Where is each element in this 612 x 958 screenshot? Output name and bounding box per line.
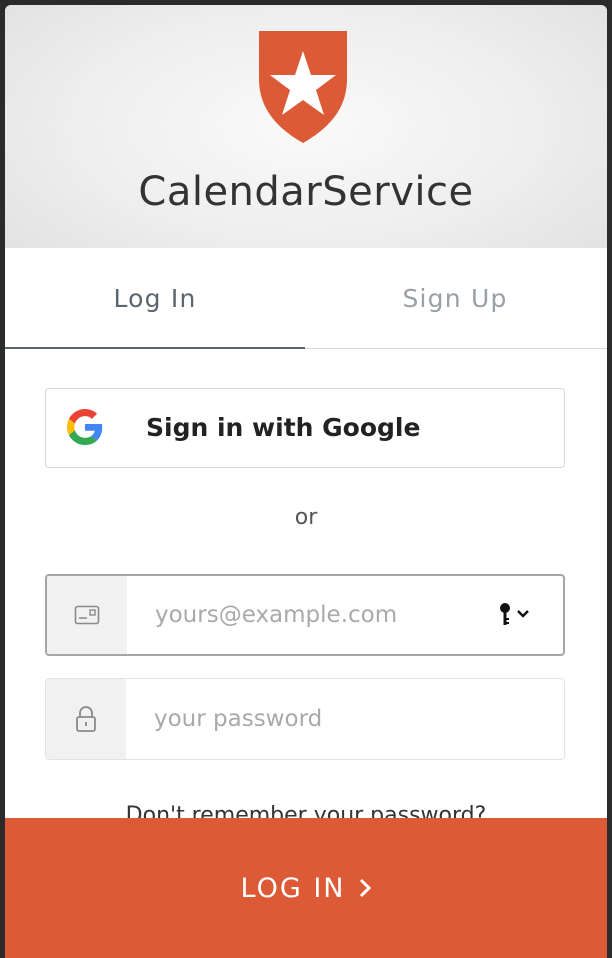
email-field [45, 574, 565, 656]
auth-tabs: Log In Sign Up [5, 248, 607, 349]
google-button-label: Sign in with Google [146, 413, 421, 442]
envelope-icon [74, 605, 100, 625]
google-g-icon [67, 409, 103, 445]
tab-log-in[interactable]: Log In [5, 248, 305, 349]
chevron-right-icon [359, 878, 371, 898]
lock-icon [76, 706, 96, 732]
widget-header: CalendarService [5, 5, 607, 248]
login-widget: CalendarService Log In Sign Up Sign in w… [5, 5, 607, 958]
password-field-icon-cell [46, 679, 126, 759]
app-title: CalendarService [138, 169, 474, 215]
sign-in-with-google-button[interactable]: Sign in with Google [45, 388, 565, 468]
or-separator: or [294, 505, 318, 530]
auth0-shield-star-icon [259, 31, 347, 143]
log-in-submit-button[interactable]: LOG IN [5, 818, 607, 958]
key-chevron-icon [500, 603, 529, 625]
active-tab-indicator [5, 347, 305, 349]
email-field-icon-cell [47, 576, 127, 654]
submit-label: LOG IN [240, 872, 346, 904]
password-field [45, 678, 565, 760]
password-input[interactable] [154, 679, 474, 759]
tab-sign-up[interactable]: Sign Up [305, 248, 605, 349]
submit-label-wrap: LOG IN [5, 818, 607, 958]
email-input[interactable] [155, 576, 475, 654]
password-manager-button[interactable] [497, 600, 533, 630]
